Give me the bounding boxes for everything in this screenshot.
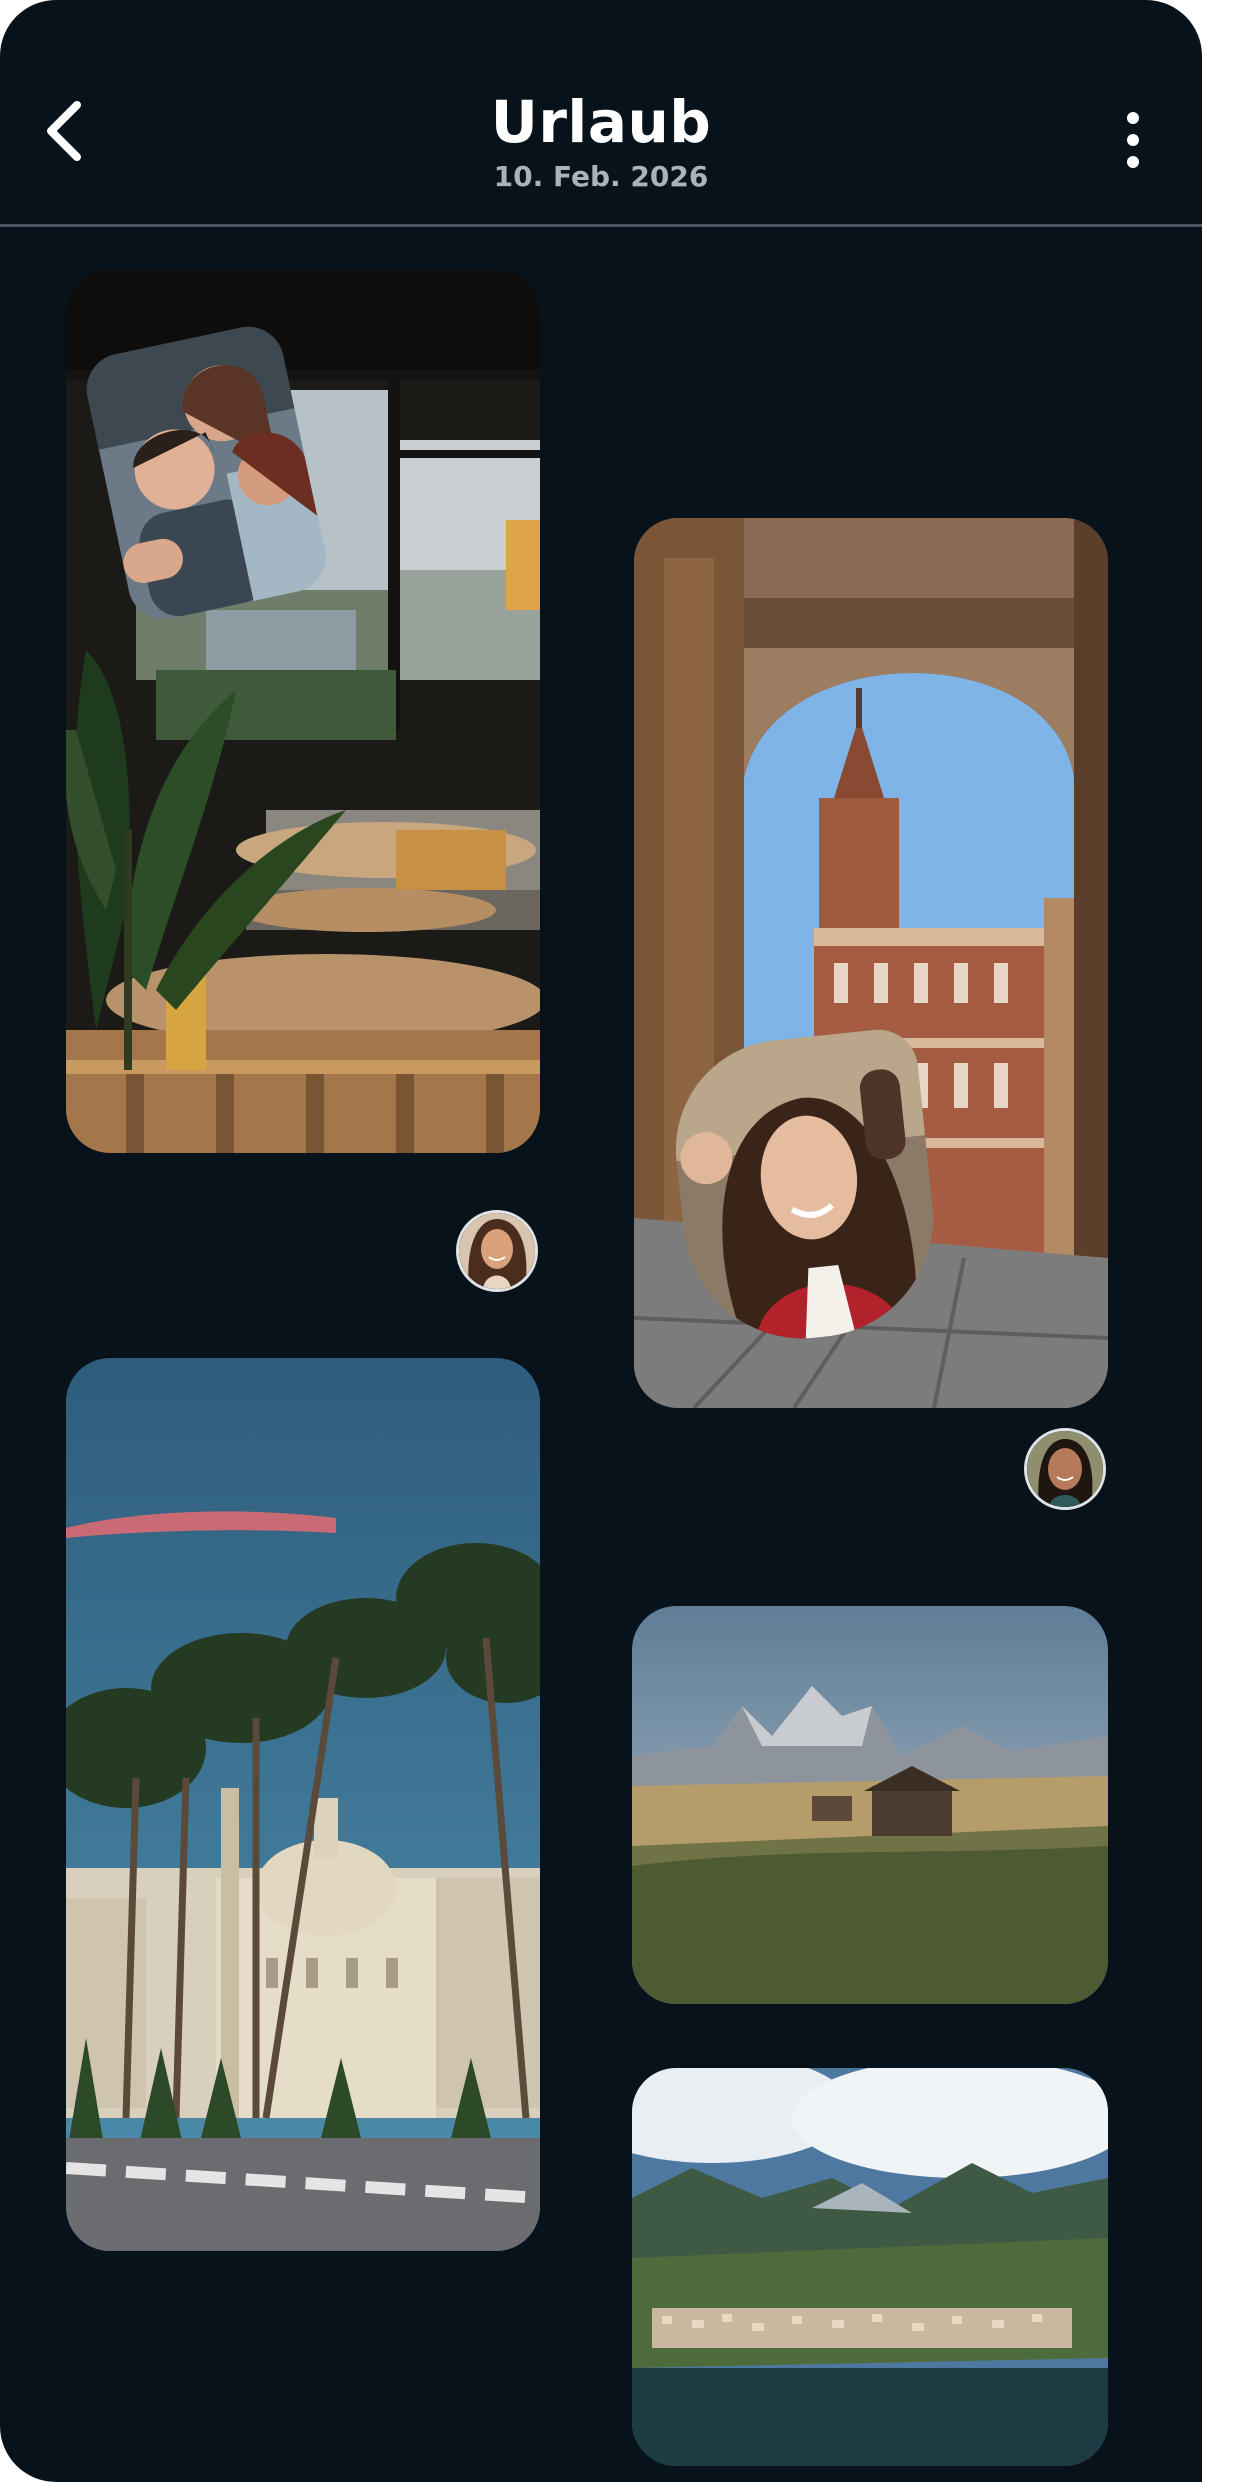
photo-rome — [66, 1358, 540, 2251]
album-date: 10. Feb. 2026 — [493, 160, 709, 193]
page-title: Urlaub — [490, 88, 712, 156]
contributor-avatar-image — [1027, 1431, 1103, 1507]
app-screen: Urlaub 10. Feb. 2026 — [0, 0, 1202, 2482]
header: Urlaub 10. Feb. 2026 — [0, 0, 1202, 227]
header-divider — [0, 224, 1202, 227]
contributor-avatar-image — [459, 1213, 535, 1289]
photo-card-lake[interactable] — [632, 2068, 1108, 2466]
photo-lake — [632, 2068, 1108, 2466]
photo-card-archway[interactable] — [634, 518, 1108, 1408]
photo-card-alpine[interactable] — [632, 1606, 1108, 2004]
photo-card-restaurant[interactable] — [66, 270, 540, 1153]
photo-card-rome[interactable] — [66, 1358, 540, 2251]
photo-alpine — [632, 1606, 1108, 2004]
avatar-contributor-2[interactable] — [1024, 1428, 1106, 1510]
avatar-contributor-1[interactable] — [456, 1210, 538, 1292]
more-vertical-icon — [1127, 112, 1139, 168]
more-options-button[interactable] — [1108, 100, 1158, 180]
